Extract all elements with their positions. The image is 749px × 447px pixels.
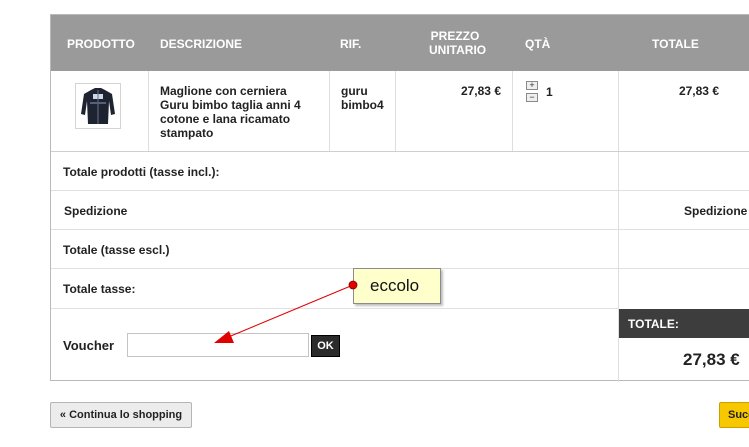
column-divider [148, 71, 149, 151]
description-line: stampato [160, 126, 214, 140]
grand-total-bar: TOTALE: [619, 309, 749, 338]
column-divider [512, 71, 513, 151]
unit-price: 27,83 € [460, 84, 501, 98]
shipping-label: Spedizione [64, 204, 128, 218]
grand-total-value: 27,83 € [683, 350, 740, 369]
summary-row-shipping: Spedizione Spedizione g [51, 191, 749, 230]
annotation-note: eccolo [353, 268, 441, 304]
grand-total-label: TOTALE: [628, 317, 679, 331]
header-unit-price-line2: UNITARIO [429, 43, 487, 57]
header-unit-price: PREZZO UNITARIO [429, 29, 487, 57]
product-ref: guru bimbo4 [341, 84, 384, 112]
sweater-image [81, 88, 115, 124]
qty-increase-button[interactable]: + [526, 81, 538, 90]
header-unit-price-line1: PREZZO [430, 29, 480, 43]
summary-row-products: Totale prodotti (tasse incl.): [51, 152, 749, 191]
shipping-value: Spedizione g [684, 204, 749, 218]
column-divider [618, 71, 619, 151]
row-divider [51, 308, 619, 309]
description-line: Guru bimbo taglia anni 4 [160, 98, 301, 112]
description-line: Maglione con cerniera [160, 84, 287, 98]
qty-value: 1 [546, 85, 553, 99]
next-step-button[interactable]: Succ [719, 402, 749, 428]
table-header: PRODOTTO DESCRIZIONE RIF. PREZZO UNITARI… [51, 15, 749, 71]
summary-row-total-excl: Totale (tasse escl.) [51, 230, 749, 269]
header-ref: RIF. [340, 37, 362, 51]
voucher-label-text: Voucher [63, 338, 115, 353]
table-row: Maglione con cerniera Guru bimbo taglia … [51, 71, 749, 152]
product-description[interactable]: Maglione con cerniera Guru bimbo taglia … [160, 84, 330, 140]
header-total: TOTALE [652, 37, 699, 51]
line-total: 27,83 € [678, 84, 719, 98]
voucher-input[interactable] [127, 333, 309, 357]
cart-table: PRODOTTO DESCRIZIONE RIF. PREZZO UNITARI… [50, 14, 749, 382]
product-thumbnail[interactable] [75, 83, 121, 129]
description-line: cotone e lana ricamato [160, 112, 291, 126]
header-product: PRODOTTO [67, 37, 135, 51]
header-description: DESCRIZIONE [160, 37, 243, 51]
taxes-label: Totale tasse: [63, 282, 136, 296]
ref-line: guru [341, 84, 368, 98]
continue-shopping-button[interactable]: « Continua lo shopping [50, 402, 192, 428]
column-divider [395, 71, 396, 151]
ref-line: bimbo4 [341, 98, 384, 112]
total-excl-label: Totale (tasse escl.) [63, 243, 170, 257]
voucher-ok-button[interactable]: OK [311, 335, 340, 357]
header-qty: QTÀ [525, 37, 551, 51]
qty-decrease-button[interactable]: − [526, 93, 538, 102]
products-total-label: Totale prodotti (tasse incl.): [63, 165, 220, 179]
